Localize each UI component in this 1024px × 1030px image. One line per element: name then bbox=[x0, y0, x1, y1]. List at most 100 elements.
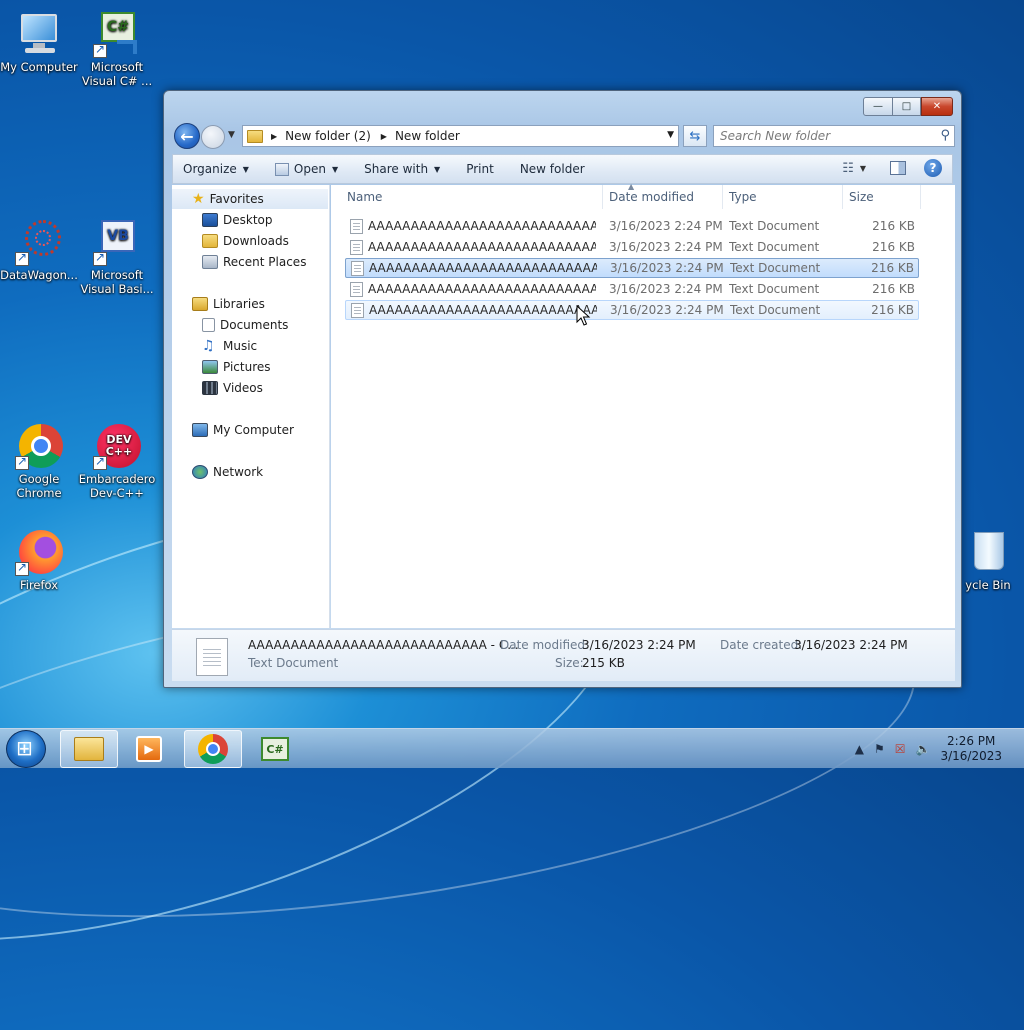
visual-csharp-icon: C# bbox=[261, 737, 289, 761]
taskbar: ▶ C# ▲ ⚑ ☒ 🔈 2:26 PM 3/16/2023 bbox=[0, 728, 1024, 768]
preview-pane-icon[interactable] bbox=[890, 161, 906, 175]
taskbar-media-player[interactable]: ▶ bbox=[120, 730, 178, 768]
print-button[interactable]: Print bbox=[466, 162, 494, 176]
breadcrumb-item[interactable]: New folder bbox=[395, 129, 460, 143]
desktop-icon-visual-csharp[interactable]: C# Microsoft Visual C# ... bbox=[78, 10, 156, 88]
desktop-icon-datawagon[interactable]: DataWagon... bbox=[0, 218, 78, 282]
nav-label: Music bbox=[223, 339, 258, 353]
new-folder-button[interactable]: New folder bbox=[520, 162, 585, 176]
file-size: 216 KB bbox=[872, 282, 915, 296]
close-button[interactable]: ✕ bbox=[921, 97, 953, 116]
explorer-window[interactable]: — □ ✕ ← ▼ ▶ New folder (2) ▶ New folder … bbox=[163, 90, 962, 688]
file-row[interactable]: AAAAAAAAAAAAAAAAAAAAAAAAAAAA... 3/16/202… bbox=[345, 238, 919, 258]
nav-documents[interactable]: Documents bbox=[202, 315, 288, 335]
nav-network[interactable]: Network bbox=[192, 462, 263, 482]
breadcrumb-item[interactable]: New folder (2) bbox=[285, 129, 371, 143]
column-header-size[interactable]: Size bbox=[843, 185, 921, 209]
volume-icon[interactable]: 🔈 bbox=[916, 742, 931, 756]
music-icon: ♫ bbox=[202, 338, 215, 354]
file-name: AAAAAAAAAAAAAAAAAAAAAAAAAAAA... bbox=[368, 219, 596, 233]
organize-button[interactable]: Organize ▼ bbox=[183, 162, 249, 176]
back-button[interactable]: ← bbox=[174, 123, 200, 149]
desktop-icon-devcpp[interactable]: DEV C++ Embarcadero Dev-C++ bbox=[78, 422, 156, 500]
visual-csharp-icon: C# bbox=[93, 10, 141, 58]
show-hidden-icons-icon[interactable]: ▲ bbox=[855, 742, 864, 756]
nav-label: Favorites bbox=[209, 192, 264, 206]
chevron-down-icon[interactable]: ▼ bbox=[860, 164, 866, 173]
arrow-left-icon: ← bbox=[180, 126, 194, 146]
datawagon-icon bbox=[15, 218, 63, 266]
chrome-icon bbox=[15, 422, 63, 470]
search-input[interactable]: Search New folder ⚲ bbox=[713, 125, 955, 147]
recycle-bin-icon bbox=[970, 528, 1006, 576]
open-button[interactable]: Open ▼ bbox=[274, 162, 338, 176]
file-type: Text Document bbox=[729, 219, 820, 233]
clock[interactable]: 2:26 PM 3/16/2023 bbox=[940, 734, 1002, 764]
taskbar-explorer[interactable] bbox=[60, 730, 118, 768]
documents-icon bbox=[202, 318, 215, 332]
clock-date: 3/16/2023 bbox=[940, 749, 1002, 763]
recent-pages-dropdown[interactable]: ▼ bbox=[228, 130, 235, 140]
column-header-name[interactable]: Name bbox=[341, 185, 603, 209]
file-row[interactable]: AAAAAAAAAAAAAAAAAAAAAAAAAAAA... 3/16/202… bbox=[345, 280, 919, 300]
action-center-icon[interactable]: ⚑ bbox=[874, 742, 885, 756]
minimize-button[interactable]: — bbox=[863, 97, 893, 116]
nav-music[interactable]: ♫ Music bbox=[202, 336, 257, 356]
nav-label: Downloads bbox=[223, 234, 289, 248]
clock-time: 2:26 PM bbox=[947, 734, 996, 748]
file-date: 3/16/2023 2:24 PM bbox=[609, 282, 723, 296]
desktop-icon-recycle-bin[interactable]: ycle Bin bbox=[958, 528, 1018, 592]
address-history-dropdown[interactable]: ▼ bbox=[667, 130, 674, 140]
column-header-date-modified[interactable]: Date modified bbox=[603, 185, 723, 209]
navigation-pane: ★ Favorites Desktop Downloads Recent Pla… bbox=[172, 185, 330, 628]
nav-libraries[interactable]: Libraries bbox=[192, 294, 265, 314]
change-view-icon[interactable]: ☷ bbox=[842, 161, 854, 176]
nav-my-computer[interactable]: My Computer bbox=[192, 420, 294, 440]
nav-favorites[interactable]: ★ Favorites bbox=[172, 189, 328, 209]
pictures-icon bbox=[202, 360, 218, 374]
desktop-icon-label: Embarcadero Dev-C++ bbox=[78, 472, 156, 500]
star-icon: ★ bbox=[192, 191, 205, 207]
network-disconnected-icon[interactable]: ☒ bbox=[895, 742, 906, 756]
chevron-right-icon[interactable]: ▶ bbox=[271, 132, 277, 141]
text-document-icon bbox=[350, 282, 363, 297]
file-row-selected[interactable]: AAAAAAAAAAAAAAAAAAAAAAAAAAAA... 3/16/202… bbox=[345, 258, 919, 278]
start-button[interactable] bbox=[6, 730, 46, 768]
nav-recent-places[interactable]: Recent Places bbox=[202, 252, 306, 272]
taskbar-visual-csharp[interactable]: C# bbox=[246, 730, 304, 768]
chevron-right-icon[interactable]: ▶ bbox=[381, 132, 387, 141]
desktop-icon-google-chrome[interactable]: Google Chrome bbox=[0, 422, 78, 500]
file-row-hovered[interactable]: AAAAAAAAAAAAAAAAAAAAAAAAAAAA 3/16/2023 2… bbox=[345, 300, 919, 320]
desktop-icon-my-computer[interactable]: My Computer bbox=[0, 10, 78, 74]
folder-icon bbox=[247, 129, 263, 143]
file-list: ▲ Name Date modified Type Size AAAAAAAAA… bbox=[331, 182, 955, 628]
file-row[interactable]: AAAAAAAAAAAAAAAAAAAAAAAAAAAA... 3/16/202… bbox=[345, 217, 919, 237]
file-date: 3/16/2023 2:24 PM bbox=[609, 219, 723, 233]
nav-desktop[interactable]: Desktop bbox=[202, 210, 273, 230]
nav-downloads[interactable]: Downloads bbox=[202, 231, 289, 251]
search-icon[interactable]: ⚲ bbox=[940, 128, 950, 143]
refresh-button[interactable]: ⇆ bbox=[683, 125, 707, 147]
address-bar[interactable]: ▶ New folder (2) ▶ New folder ▼ bbox=[242, 125, 679, 147]
desktop-icon-visual-basic[interactable]: VB Microsoft Visual Basi... bbox=[78, 218, 156, 296]
nav-label: Libraries bbox=[213, 297, 265, 311]
computer-icon bbox=[192, 423, 208, 437]
forward-button[interactable] bbox=[201, 125, 225, 149]
column-header-type[interactable]: Type bbox=[723, 185, 843, 209]
file-name: AAAAAAAAAAAAAAAAAAAAAAAAAAAA bbox=[369, 303, 597, 317]
file-type: Text Document bbox=[730, 303, 821, 317]
command-bar: Organize ▼ Open ▼ Share with ▼ Print New fo… bbox=[172, 154, 953, 184]
help-icon[interactable]: ? bbox=[924, 159, 942, 177]
details-date-modified-label: Date modified: bbox=[500, 638, 590, 652]
search-placeholder: Search New folder bbox=[720, 129, 831, 143]
share-with-label: Share with bbox=[364, 162, 429, 176]
chrome-icon bbox=[198, 734, 228, 764]
nav-pictures[interactable]: Pictures bbox=[202, 357, 271, 377]
file-date: 3/16/2023 2:24 PM bbox=[610, 303, 724, 317]
nav-videos[interactable]: Videos bbox=[202, 378, 263, 398]
maximize-button[interactable]: □ bbox=[893, 97, 921, 116]
share-with-button[interactable]: Share with ▼ bbox=[364, 162, 440, 176]
taskbar-chrome[interactable] bbox=[184, 730, 242, 768]
desktop-icon-label: Microsoft Visual C# ... bbox=[81, 60, 153, 88]
desktop-icon-firefox[interactable]: Firefox bbox=[0, 528, 78, 592]
